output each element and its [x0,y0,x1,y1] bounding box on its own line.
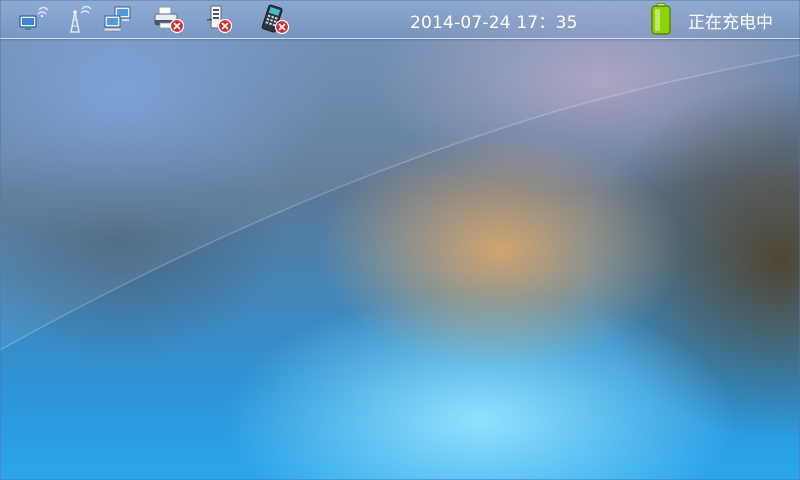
wireless-computer-icon[interactable] [18,4,50,34]
pos-terminal-icon[interactable] [258,4,290,34]
printer-icon[interactable] [152,4,184,34]
card-reader-icon[interactable] [202,4,234,34]
signal-tower-icon[interactable] [62,4,94,34]
datetime-display: 2014-07-24 17：35 [410,13,578,33]
screen-border [0,0,800,480]
network-computers-icon[interactable] [102,4,134,34]
desktop-background: 2014-07-24 17：35 正在充电中 [0,0,800,480]
charging-status-label: 正在充电中 [688,13,773,33]
battery-icon [650,3,672,35]
background-swoosh [0,0,800,351]
status-bar: 2014-07-24 17：35 正在充电中 [0,0,800,39]
